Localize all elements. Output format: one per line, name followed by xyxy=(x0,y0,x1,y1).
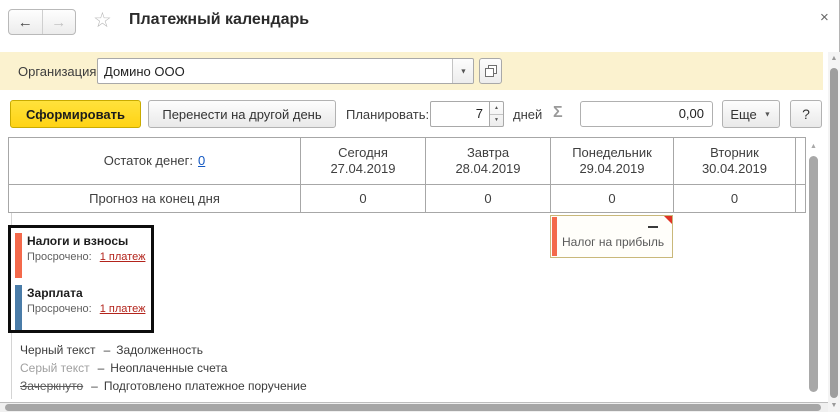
overdue-panel[interactable]: Налоги и взносы Просрочено: 1 платеж Зарп… xyxy=(8,225,154,333)
balance-label: Остаток денег: xyxy=(104,153,193,168)
column-header-monday[interactable]: Понедельник 29.04.2019 xyxy=(551,138,674,184)
plan-label: Планировать: xyxy=(346,107,429,122)
legend: Черный текст – Задолженность Серый текст… xyxy=(20,341,307,395)
back-arrow-icon: ← xyxy=(18,14,33,31)
horizontal-scrollbar-thumb[interactable] xyxy=(5,404,821,411)
generate-button[interactable]: Сформировать xyxy=(10,100,141,128)
legend-sample: Зачеркнуто xyxy=(20,379,83,393)
column-header-today[interactable]: Сегодня 27.04.2019 xyxy=(301,138,426,184)
taxes-color-bar xyxy=(15,233,22,278)
help-button[interactable]: ? xyxy=(790,100,822,128)
legend-meaning: Неоплаченные счета xyxy=(110,361,227,375)
forecast-value-cell xyxy=(796,185,805,212)
forecast-value-cell: 0 xyxy=(674,185,796,212)
legend-meaning: Подготовлено платежное поручение xyxy=(104,379,307,393)
forecast-label: Прогноз на конец дня xyxy=(89,191,220,207)
payment-card-income-tax[interactable]: Налог на прибыль xyxy=(550,215,673,258)
scroll-up-icon[interactable]: ▲ xyxy=(828,55,840,62)
card-color-bar xyxy=(552,217,557,256)
card-corner-flag-icon xyxy=(664,216,672,224)
salary-color-bar xyxy=(15,285,22,330)
days-label: дней xyxy=(513,107,542,122)
spin-down-icon[interactable]: ▼ xyxy=(490,115,503,127)
overdue-payments-link[interactable]: 1 платеж xyxy=(100,303,146,315)
horizontal-scrollbar[interactable] xyxy=(0,402,828,412)
table-scrollbar-thumb[interactable] xyxy=(809,156,818,392)
back-button[interactable]: ← xyxy=(9,10,42,34)
balance-header-cell: Остаток денег: 0 xyxy=(9,138,301,184)
day-date: 29.04.2019 xyxy=(579,161,644,177)
chevron-down-icon: ▼ xyxy=(764,110,771,118)
overdue-group-salary: Зарплата Просрочено: 1 платеж xyxy=(15,283,151,330)
sigma-icon: Σ xyxy=(553,104,563,122)
more-button[interactable]: Еще ▼ xyxy=(722,100,780,128)
day-date: 30.04.2019 xyxy=(702,161,767,177)
favorite-star-icon[interactable]: ☆ xyxy=(93,8,112,33)
legend-row-unpaid: Серый текст – Неоплаченные счета xyxy=(20,359,307,377)
forecast-row: Прогноз на конец дня 0 0 0 0 xyxy=(9,185,805,212)
legend-sample: Черный текст xyxy=(20,343,96,357)
day-name: Понедельник xyxy=(572,145,652,161)
window-scrollbar-thumb[interactable] xyxy=(830,68,838,398)
day-date: 27.04.2019 xyxy=(330,161,395,177)
card-dash-indicator xyxy=(648,226,658,228)
overdue-payments-link[interactable]: 1 платеж xyxy=(100,251,146,263)
table-vertical-scrollbar[interactable]: ▲ xyxy=(807,139,820,399)
legend-meaning: Задолженность xyxy=(116,343,203,357)
organization-bar: Организация: Домино ООО ▼ xyxy=(0,52,823,90)
move-to-another-day-button[interactable]: Перенести на другой день xyxy=(148,100,336,128)
organization-dropdown-button[interactable]: ▼ xyxy=(452,59,473,83)
forecast-value: 0 xyxy=(731,191,738,207)
organization-open-button[interactable] xyxy=(479,58,502,84)
organization-input[interactable]: Домино ООО ▼ xyxy=(97,58,474,84)
forecast-value: 0 xyxy=(359,191,366,207)
day-name: Вторник xyxy=(710,145,759,161)
column-header-tuesday[interactable]: Вторник 30.04.2019 xyxy=(674,138,796,184)
organization-value[interactable]: Домино ООО xyxy=(98,59,452,83)
overdue-label: Просрочено: xyxy=(27,303,92,315)
forecast-value: 0 xyxy=(608,191,615,207)
forward-arrow-icon: → xyxy=(51,14,66,31)
overdue-label: Просрочено: xyxy=(27,251,92,263)
table-header-row: Остаток денег: 0 Сегодня 27.04.2019 Завтр… xyxy=(9,138,805,185)
window-vertical-scrollbar[interactable]: ▲ ▼ xyxy=(828,52,840,412)
day-date: 28.04.2019 xyxy=(455,161,520,177)
chevron-down-icon: ▼ xyxy=(459,67,466,75)
more-label: Еще xyxy=(730,107,756,122)
page-title: Платежный календарь xyxy=(129,11,309,29)
day-name: Завтра xyxy=(467,145,509,161)
column-header-partial xyxy=(796,138,805,184)
calendar-table: Остаток денег: 0 Сегодня 27.04.2019 Завтр… xyxy=(8,137,806,213)
group-name: Налоги и взносы xyxy=(27,231,151,248)
legend-row-prepared: Зачеркнуто – Подготовлено платежное пору… xyxy=(20,377,307,395)
plan-days-input[interactable]: 7 xyxy=(430,101,490,127)
legend-sample: Серый текст xyxy=(20,361,90,375)
overdue-group-taxes: Налоги и взносы Просрочено: 1 платеж xyxy=(15,231,151,278)
forecast-value-cell: 0 xyxy=(301,185,426,212)
open-form-icon xyxy=(485,65,497,77)
forecast-value-cell: 0 xyxy=(426,185,551,212)
day-name: Сегодня xyxy=(338,145,388,161)
balance-link[interactable]: 0 xyxy=(198,153,205,168)
legend-dash: – xyxy=(91,379,98,393)
card-title: Налог на прибыль xyxy=(562,235,664,249)
group-name: Зарплата xyxy=(27,283,151,300)
legend-dash: – xyxy=(104,343,111,357)
forward-button[interactable]: → xyxy=(42,10,76,34)
spin-up-icon[interactable]: ▲ xyxy=(490,102,503,115)
scroll-down-icon[interactable]: ▼ xyxy=(828,402,840,409)
forecast-label-cell: Прогноз на конец дня xyxy=(9,185,301,212)
scroll-up-icon[interactable]: ▲ xyxy=(807,143,820,150)
legend-row-debt: Черный текст – Задолженность xyxy=(20,341,307,359)
legend-dash: – xyxy=(98,361,105,375)
organization-label: Организация: xyxy=(18,64,100,79)
forecast-value-cell: 0 xyxy=(551,185,674,212)
close-icon[interactable]: × xyxy=(820,9,829,26)
forecast-value: 0 xyxy=(484,191,491,207)
sum-input[interactable]: 0,00 xyxy=(580,101,713,127)
nav-history-group: ← → xyxy=(8,9,76,35)
plan-days-stepper: ▲ ▼ xyxy=(490,101,504,127)
column-header-tomorrow[interactable]: Завтра 28.04.2019 xyxy=(426,138,551,184)
payment-calendar-window: ← → ☆ Платежный календарь × Организация:… xyxy=(0,0,840,412)
